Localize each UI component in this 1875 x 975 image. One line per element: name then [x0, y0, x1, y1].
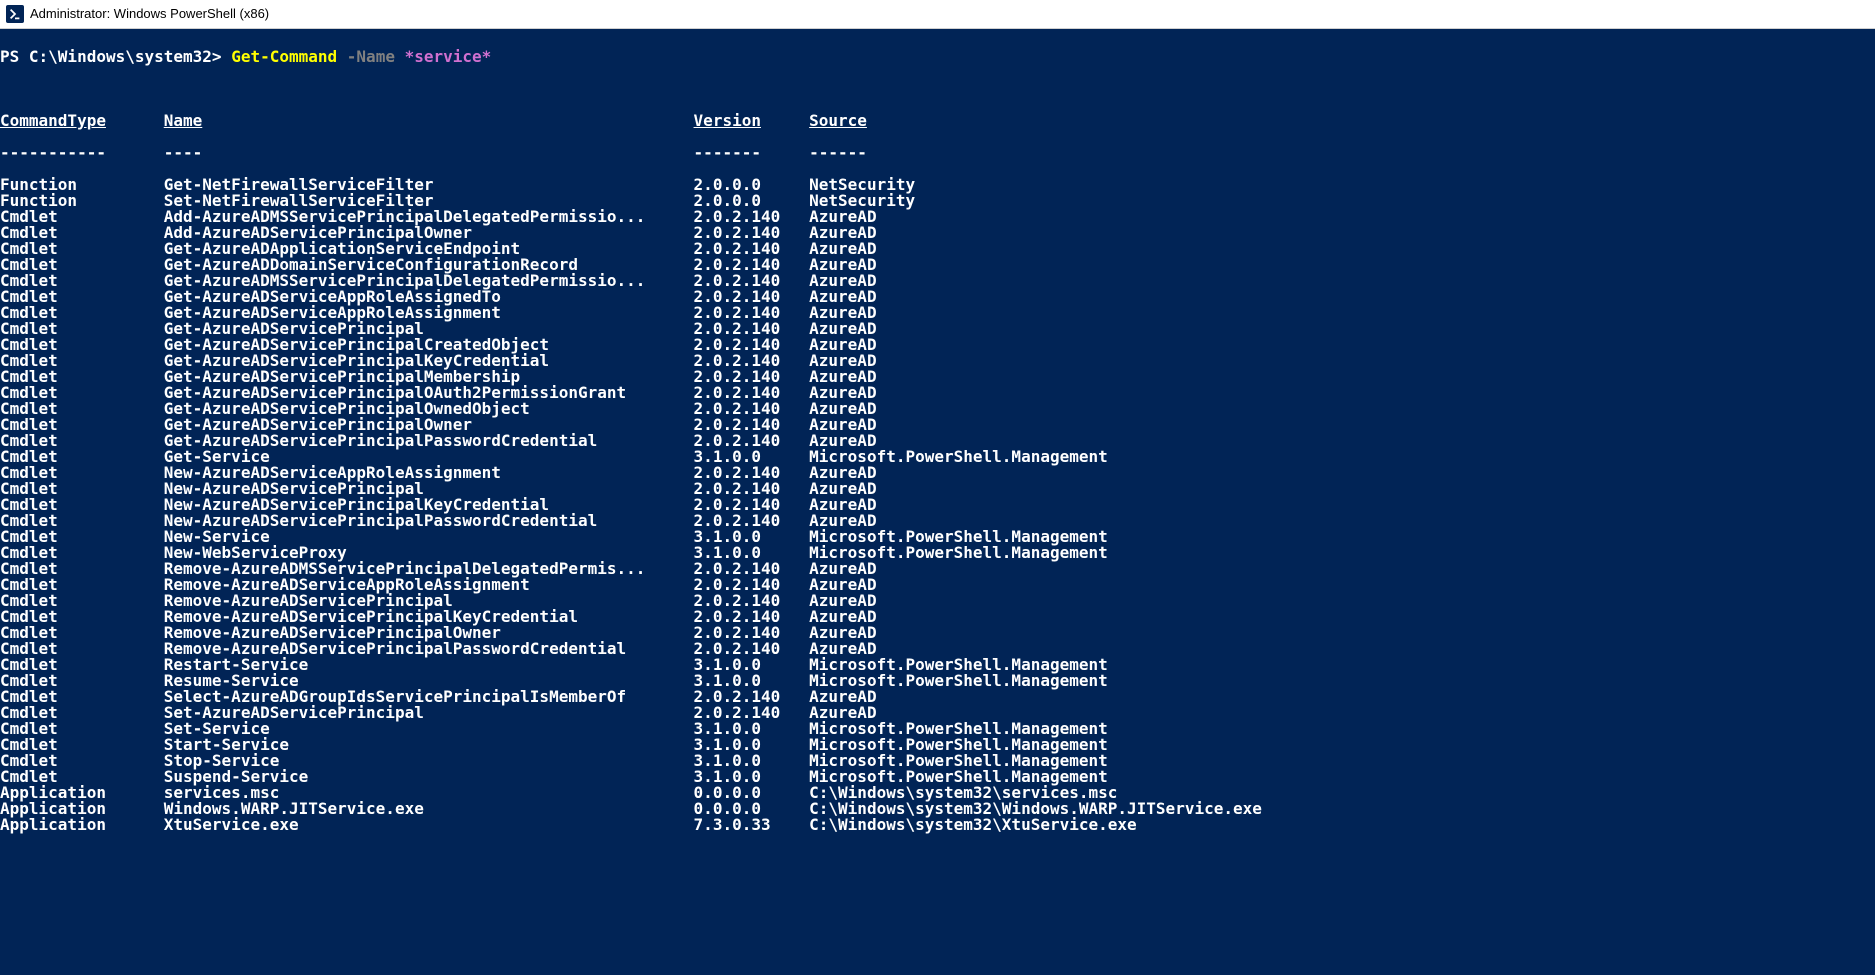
header-source: Source: [809, 113, 867, 129]
cell-commandtype: Application: [0, 817, 164, 833]
prompt-path: PS C:\Windows\system32>: [0, 47, 231, 66]
window-titlebar[interactable]: Administrator: Windows PowerShell (x86): [0, 0, 1875, 29]
cell-version: 7.3.0.33: [694, 817, 810, 833]
header-name: Name: [164, 113, 694, 129]
cell-source: C:\Windows\system32\XtuService.exe: [809, 817, 1137, 833]
cell-name: XtuService.exe: [164, 817, 694, 833]
powershell-icon: [6, 5, 24, 23]
header-version: Version: [694, 113, 810, 129]
terminal-output[interactable]: PS C:\Windows\system32> Get-Command -Nam…: [0, 29, 1875, 849]
header-commandtype: CommandType: [0, 113, 164, 129]
header-row: CommandTypeNameVersionSource: [0, 113, 1875, 129]
table-row: ApplicationXtuService.exe7.3.0.33C:\Wind…: [0, 817, 1875, 833]
command-arg: *service*: [395, 47, 491, 66]
window-title: Administrator: Windows PowerShell (x86): [30, 0, 269, 28]
divider-row: ----------------------------: [0, 145, 1875, 161]
prompt-line: PS C:\Windows\system32> Get-Command -Nam…: [0, 49, 1875, 65]
command-param: -Name: [337, 47, 395, 66]
command-name: Get-Command: [231, 47, 337, 66]
